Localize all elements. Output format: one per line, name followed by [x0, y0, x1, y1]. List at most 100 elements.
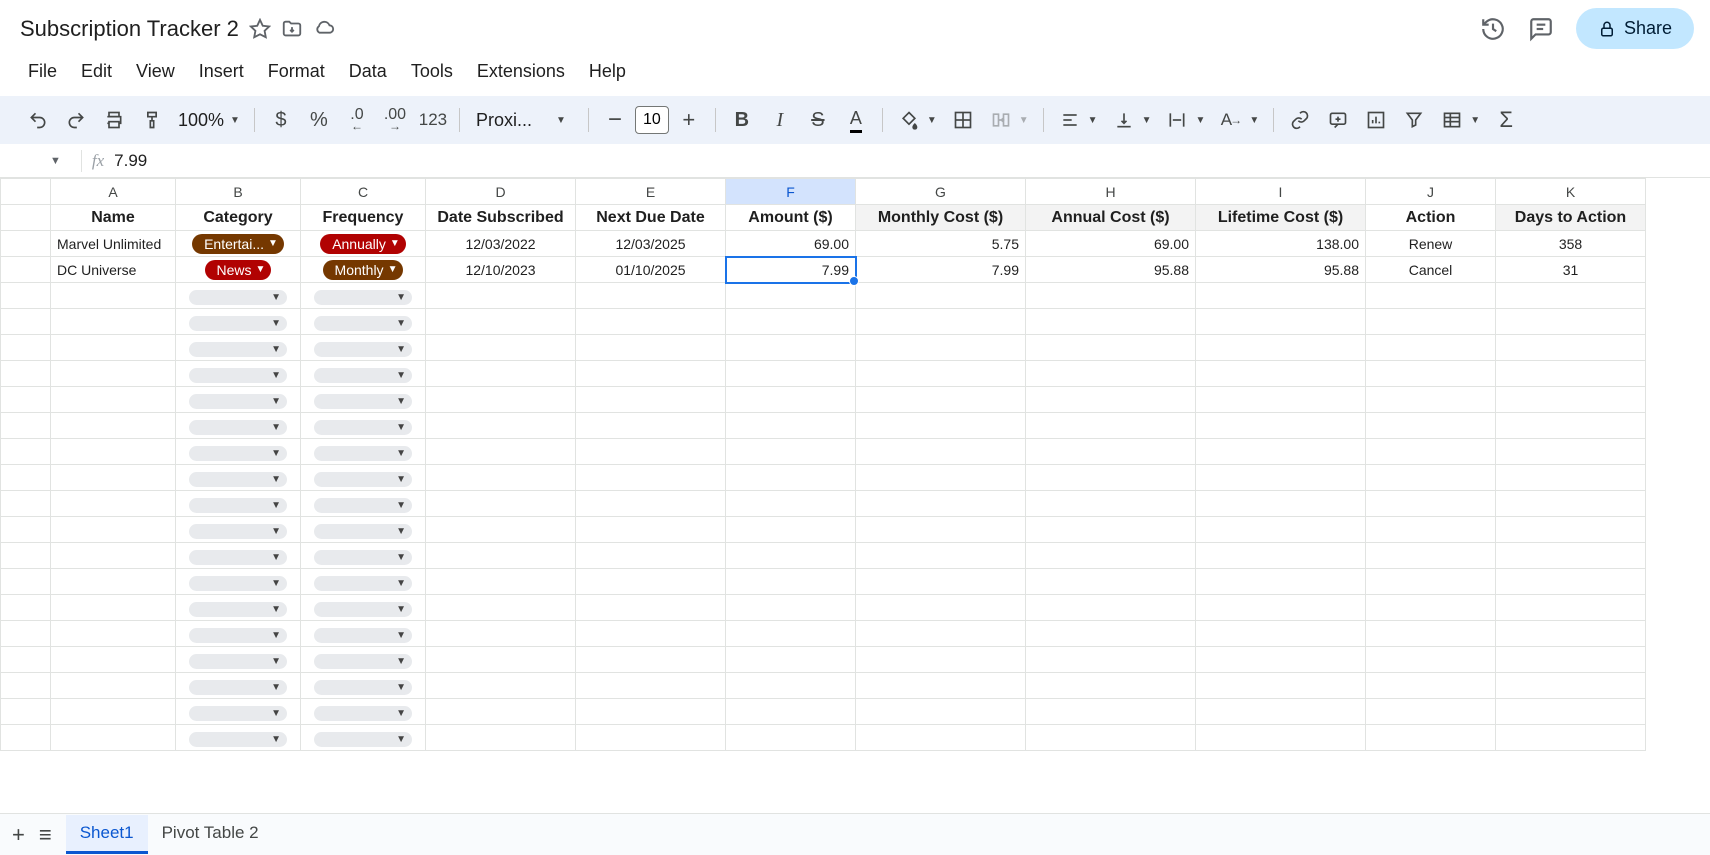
cell[interactable] [1496, 673, 1646, 699]
cell[interactable] [51, 647, 176, 673]
cell[interactable]: ▼ [301, 569, 426, 595]
cell[interactable]: ▼ [301, 335, 426, 361]
cell[interactable] [1366, 309, 1496, 335]
menu-insert[interactable]: Insert [189, 57, 254, 86]
column-header-I[interactable]: I [1196, 179, 1366, 205]
cell[interactable] [1196, 387, 1366, 413]
dropdown-chip[interactable]: ▼ [314, 628, 412, 643]
spreadsheet-grid[interactable]: ABCDEFGHIJKNameCategoryFrequencyDate Sub… [0, 178, 1710, 803]
dropdown-chip[interactable]: ▼ [314, 706, 412, 721]
field-header[interactable]: Monthly Cost ($) [856, 205, 1026, 231]
dropdown-chip[interactable]: Entertai...▼ [192, 234, 284, 254]
cell[interactable] [856, 699, 1026, 725]
font-family-control[interactable]: Proxi... ▼ [468, 110, 580, 131]
cell[interactable] [1366, 413, 1496, 439]
cell[interactable] [426, 621, 576, 647]
cell[interactable]: ▼ [301, 699, 426, 725]
cell[interactable]: ▼ [301, 413, 426, 439]
cell[interactable] [726, 465, 856, 491]
fill-color-button[interactable] [891, 102, 927, 138]
cell[interactable] [51, 595, 176, 621]
all-sheets-button[interactable]: ≡ [39, 822, 52, 848]
cell[interactable] [1196, 621, 1366, 647]
dropdown-chip[interactable]: ▼ [314, 524, 412, 539]
cell[interactable] [576, 517, 726, 543]
star-icon[interactable] [249, 18, 271, 40]
cell[interactable]: ▼ [176, 309, 301, 335]
cell[interactable] [51, 309, 176, 335]
menu-file[interactable]: File [18, 57, 67, 86]
cell[interactable] [426, 387, 576, 413]
cell[interactable] [1196, 361, 1366, 387]
cell[interactable] [51, 387, 176, 413]
cell[interactable] [1196, 465, 1366, 491]
cell[interactable] [426, 543, 576, 569]
cell[interactable] [576, 595, 726, 621]
cell[interactable] [1366, 569, 1496, 595]
column-header-C[interactable]: C [301, 179, 426, 205]
field-header[interactable]: Amount ($) [726, 205, 856, 231]
chevron-down-icon[interactable]: ▼ [1019, 115, 1035, 126]
dropdown-chip[interactable]: ▼ [189, 472, 287, 487]
cell[interactable] [426, 595, 576, 621]
cell[interactable] [856, 465, 1026, 491]
chevron-down-icon[interactable]: ▼ [1142, 115, 1158, 126]
add-sheet-button[interactable]: + [12, 822, 25, 848]
cell[interactable] [1496, 725, 1646, 751]
strikethrough-button[interactable]: S [800, 102, 836, 138]
field-header[interactable]: Annual Cost ($) [1026, 205, 1196, 231]
column-header-H[interactable]: H [1026, 179, 1196, 205]
cell[interactable] [1196, 413, 1366, 439]
dropdown-chip[interactable]: ▼ [189, 680, 287, 695]
cell[interactable]: ▼ [176, 387, 301, 413]
cell[interactable] [1026, 569, 1196, 595]
number-format-button[interactable]: 123 [415, 102, 451, 138]
cell[interactable] [1026, 335, 1196, 361]
column-header-D[interactable]: D [426, 179, 576, 205]
cell[interactable] [1026, 309, 1196, 335]
dropdown-chip[interactable]: ▼ [314, 732, 412, 747]
cell[interactable]: Monthly▼ [301, 257, 426, 283]
cell[interactable]: Annually▼ [301, 231, 426, 257]
cell[interactable] [1496, 491, 1646, 517]
dropdown-chip[interactable]: ▼ [314, 342, 412, 357]
cell[interactable]: ▼ [176, 595, 301, 621]
horizontal-align-button[interactable] [1052, 102, 1088, 138]
cell[interactable] [1196, 335, 1366, 361]
cell[interactable] [576, 491, 726, 517]
name-box-dropdown[interactable]: ▼ [40, 155, 71, 167]
cell[interactable] [1026, 413, 1196, 439]
cell[interactable]: ▼ [301, 283, 426, 309]
chevron-down-icon[interactable]: ▼ [1088, 115, 1104, 126]
cell[interactable]: ▼ [176, 465, 301, 491]
cell[interactable]: ▼ [301, 673, 426, 699]
cell[interactable] [726, 699, 856, 725]
cell[interactable] [576, 569, 726, 595]
vertical-align-button[interactable] [1106, 102, 1142, 138]
comment-icon[interactable] [1528, 16, 1554, 42]
cell[interactable]: 7.99 [856, 257, 1026, 283]
menu-data[interactable]: Data [339, 57, 397, 86]
cell[interactable] [1496, 647, 1646, 673]
cell[interactable] [426, 569, 576, 595]
share-button[interactable]: Share [1576, 8, 1694, 49]
dropdown-chip[interactable]: ▼ [314, 654, 412, 669]
font-size-input[interactable] [635, 106, 669, 134]
field-header[interactable]: Name [51, 205, 176, 231]
dropdown-chip[interactable]: ▼ [189, 316, 287, 331]
cell[interactable]: Entertai...▼ [176, 231, 301, 257]
cell[interactable]: 138.00 [1196, 231, 1366, 257]
dropdown-chip[interactable]: ▼ [189, 550, 287, 565]
cell[interactable]: ▼ [176, 283, 301, 309]
cell[interactable] [1026, 621, 1196, 647]
column-header-E[interactable]: E [576, 179, 726, 205]
sheet-tab[interactable]: Pivot Table 2 [148, 815, 273, 854]
cell[interactable] [1196, 543, 1366, 569]
column-header-J[interactable]: J [1366, 179, 1496, 205]
cell[interactable]: ▼ [176, 569, 301, 595]
cell[interactable] [726, 387, 856, 413]
print-button[interactable] [96, 102, 132, 138]
cell[interactable] [1366, 387, 1496, 413]
cell[interactable] [1026, 361, 1196, 387]
field-header[interactable]: Lifetime Cost ($) [1196, 205, 1366, 231]
